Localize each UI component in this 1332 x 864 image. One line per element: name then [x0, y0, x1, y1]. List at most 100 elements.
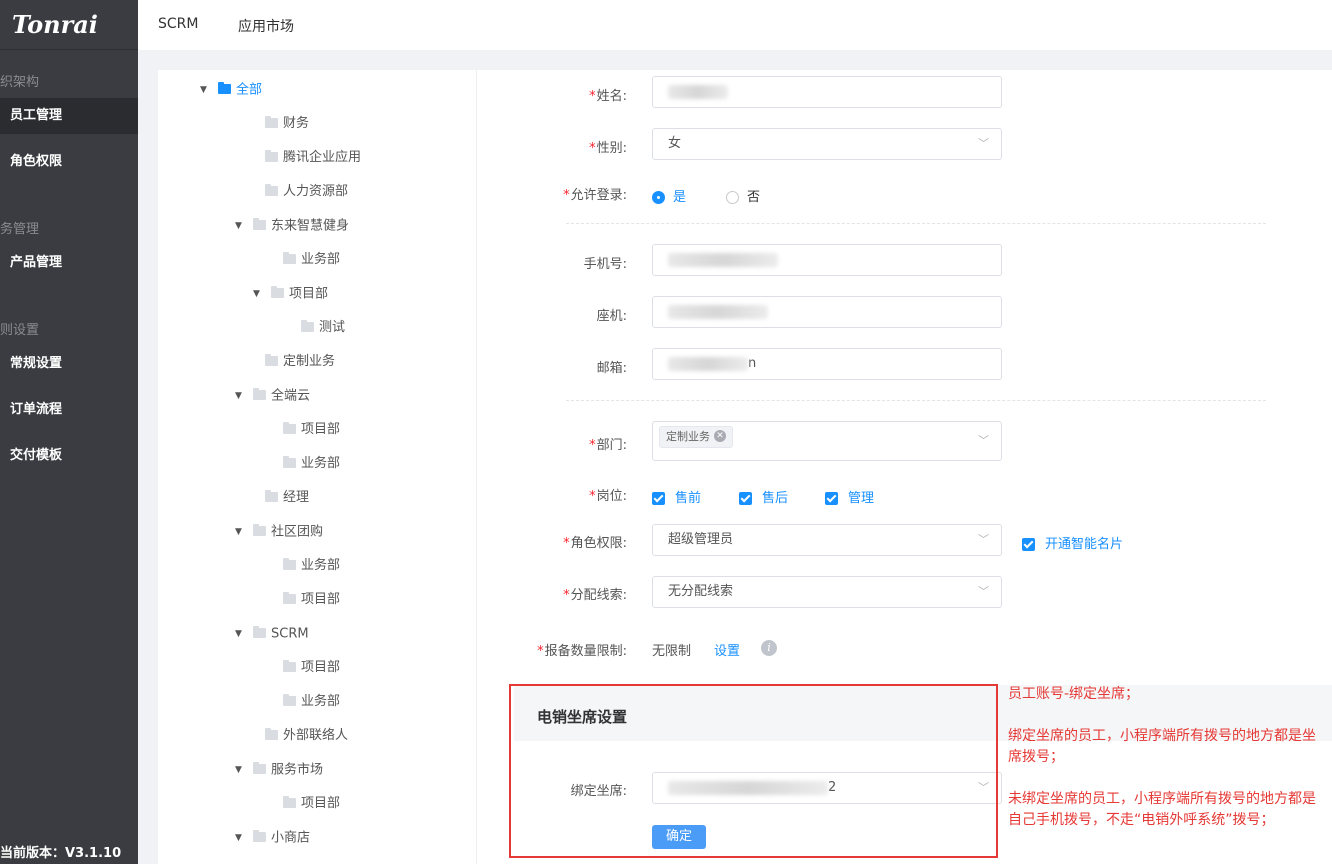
folder-icon — [283, 251, 296, 264]
limit-label: *报备数量限制: — [537, 644, 627, 659]
nav-group-org: 织架构 — [0, 75, 40, 90]
folder-icon — [265, 353, 278, 366]
folder-icon — [283, 455, 296, 468]
dept-label: *部门: — [589, 438, 627, 453]
sidebar: Tonrai 织架构 员工管理 角色权限 务管理 产品管理 则设置 常规设置 订… — [0, 0, 138, 864]
login-no-radio[interactable]: 否 — [726, 186, 760, 205]
nav-item-order-flow[interactable]: 订单流程 — [0, 392, 138, 428]
caret-down-icon[interactable]: ▼ — [235, 624, 253, 644]
chevron-down-icon: ﹀ — [978, 137, 989, 150]
tree-node[interactable]: 项目部 — [271, 420, 340, 440]
tab-scrm[interactable]: SCRM — [158, 16, 198, 32]
redacted-landline — [668, 304, 768, 319]
checkbox-checked-icon — [1022, 538, 1035, 551]
folder-icon — [283, 795, 296, 808]
caret-down-icon[interactable]: ▼ — [235, 828, 253, 848]
login-label: *允许登录: — [563, 188, 627, 203]
chevron-down-icon: ﹀ — [978, 585, 989, 598]
tree-node-label: 全部 — [236, 82, 263, 98]
tree-node[interactable]: 腾讯企业应用 — [253, 148, 361, 168]
tree-node-label: 项目部 — [301, 660, 341, 675]
login-yes-radio[interactable]: 是 — [652, 186, 686, 205]
tree-node[interactable]: 业务部 — [271, 250, 340, 270]
info-icon[interactable]: i — [761, 640, 777, 656]
clue-select[interactable]: 无分配线索 ﹀ — [652, 576, 1002, 608]
section-divider — [566, 223, 1266, 224]
tree-node[interactable]: 项目部 — [271, 658, 340, 678]
folder-icon — [283, 693, 296, 706]
tree-node[interactable]: 外部联络人 — [253, 726, 348, 746]
tree-node-label: 业务部 — [301, 694, 341, 709]
folder-icon — [265, 115, 278, 128]
tree-node[interactable]: 业务部 — [271, 556, 340, 576]
tree-node[interactable]: 业务部 — [271, 692, 340, 712]
tree-node[interactable]: 测试 — [289, 318, 345, 338]
department-tree: ▼ 全部 财务 腾讯企业应用 人力资源部 ▼ 东来智慧健身 业务部 ▼ 项目部 测试 定制业务 ▼ 全端云… — [178, 70, 476, 864]
nav-item-general[interactable]: 常规设置 — [0, 346, 138, 382]
tree-node[interactable]: 项目部 — [271, 794, 340, 814]
phone-input[interactable] — [652, 244, 1002, 276]
folder-icon — [265, 727, 278, 740]
close-icon[interactable]: ✕ — [714, 430, 726, 442]
post-manager-checkbox[interactable]: 管理 — [825, 487, 874, 506]
nav-item-products[interactable]: 产品管理 — [0, 245, 138, 281]
caret-down-icon[interactable]: ▼ — [235, 522, 253, 542]
dept-select[interactable]: 定制业务 ✕ ﹀ — [652, 421, 1002, 461]
tree-node[interactable]: ▼ 全端云 — [235, 386, 310, 406]
tree-node[interactable]: 财务 — [253, 114, 309, 134]
tree-node[interactable]: 业务部 — [271, 454, 340, 474]
tree-node[interactable]: ▼ 服务市场 — [235, 760, 323, 780]
folder-icon — [253, 524, 266, 536]
nav-item-roles[interactable]: 角色权限 — [0, 144, 138, 180]
folder-icon — [265, 489, 278, 502]
name-input[interactable] — [652, 76, 1002, 108]
tree-node[interactable]: ▼ 东来智慧健身 — [235, 216, 349, 236]
smart-card-checkbox[interactable]: 开通智能名片 — [1022, 533, 1123, 552]
tree-node-label: 业务部 — [301, 456, 341, 471]
tree-node-label: 社区团购 — [271, 524, 324, 540]
tree-node-label: 服务市场 — [271, 762, 324, 778]
limit-settings-link[interactable]: 设置 — [714, 640, 740, 659]
logo: Tonrai — [0, 0, 138, 50]
landline-input[interactable] — [652, 296, 1002, 328]
tree-node[interactable]: ▼ 项目部 — [253, 284, 328, 304]
caret-down-icon[interactable]: ▼ — [235, 760, 253, 780]
caret-down-icon[interactable]: ▼ — [235, 216, 253, 236]
tree-node-label: 业务部 — [301, 252, 341, 267]
email-label: 邮箱: — [596, 361, 627, 376]
nav-item-delivery-template[interactable]: 交付模板 — [0, 438, 138, 474]
tab-app-market[interactable]: 应用市场 — [238, 16, 294, 36]
tree-node[interactable]: 项目部 — [271, 590, 340, 610]
folder-icon — [218, 82, 231, 94]
post-aftersale-checkbox[interactable]: 售后 — [739, 487, 788, 506]
clue-label: *分配线索: — [563, 588, 627, 603]
chevron-down-icon: ﹀ — [978, 533, 989, 546]
top-header: SCRM 应用市场 — [138, 0, 1332, 50]
post-presale-checkbox[interactable]: 售前 — [652, 487, 701, 506]
tree-node[interactable]: ▼ 社区团购 — [235, 522, 323, 542]
nav-item-employee[interactable]: 员工管理 — [0, 98, 138, 134]
folder-icon — [271, 286, 284, 298]
caret-down-icon[interactable]: ▼ — [200, 80, 218, 100]
email-input[interactable]: n — [652, 348, 1002, 380]
gender-select[interactable]: 女 ﹀ — [652, 128, 1002, 160]
tree-node[interactable]: 人力资源部 — [253, 182, 348, 202]
tree-node-label: 测试 — [319, 320, 346, 335]
tree-node-label: 项目部 — [301, 796, 341, 811]
redacted-phone — [668, 252, 778, 267]
tree-node[interactable]: ▼ 小商店 — [235, 828, 310, 848]
tree-node-label: 财务 — [283, 116, 310, 131]
folder-icon — [283, 591, 296, 604]
tree-node[interactable]: 定制业务 — [253, 352, 335, 372]
role-select[interactable]: 超级管理员 ﹀ — [652, 524, 1002, 556]
radio-unchecked-icon — [726, 191, 739, 204]
folder-icon — [253, 762, 266, 774]
tree-node[interactable]: ▼ SCRM — [235, 624, 309, 644]
tree-node-label: 项目部 — [301, 422, 341, 437]
tree-node[interactable]: 经理 — [253, 488, 309, 508]
gender-label: *性别: — [589, 141, 627, 156]
caret-down-icon[interactable]: ▼ — [253, 284, 271, 304]
tree-node-label: 项目部 — [289, 286, 329, 302]
caret-down-icon[interactable]: ▼ — [235, 386, 253, 406]
tree-node[interactable]: ▼ 全部 — [200, 80, 262, 100]
